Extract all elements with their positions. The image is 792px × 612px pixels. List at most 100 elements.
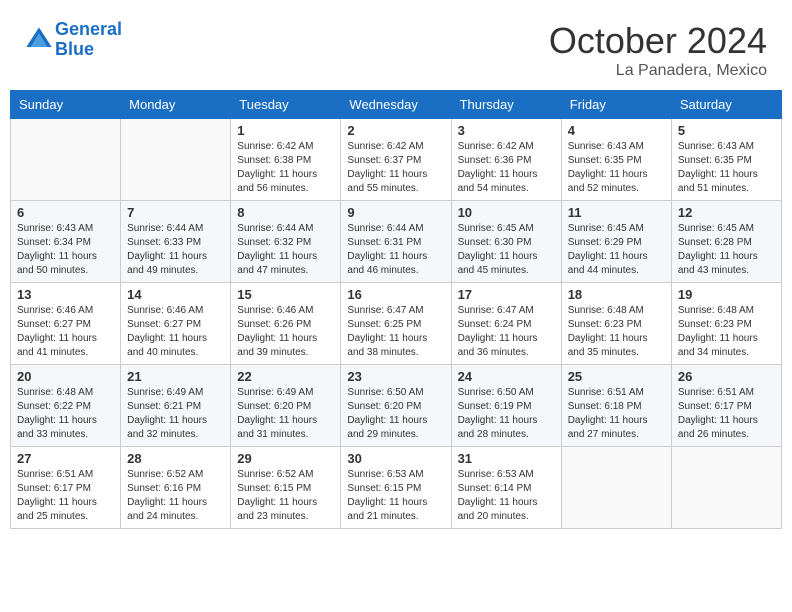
calendar-cell: 5 Sunrise: 6:43 AM Sunset: 6:35 PM Daylig…: [671, 119, 781, 201]
day-info: Sunrise: 6:50 AM Sunset: 6:20 PM Dayligh…: [347, 386, 444, 442]
day-info: Sunrise: 6:45 AM Sunset: 6:29 PM Dayligh…: [568, 222, 665, 278]
month-title: October 2024: [549, 20, 767, 62]
logo-icon: [25, 26, 53, 54]
calendar-week-row: 27 Sunrise: 6:51 AM Sunset: 6:17 PM Dayli…: [11, 447, 782, 529]
day-number: 23: [347, 369, 444, 384]
day-number: 29: [237, 451, 334, 466]
day-info: Sunrise: 6:49 AM Sunset: 6:21 PM Dayligh…: [127, 386, 224, 442]
calendar-cell: [121, 119, 231, 201]
calendar-cell: 23 Sunrise: 6:50 AM Sunset: 6:20 PM Dayli…: [341, 365, 451, 447]
day-number: 14: [127, 287, 224, 302]
calendar-cell: 15 Sunrise: 6:46 AM Sunset: 6:26 PM Dayli…: [231, 283, 341, 365]
calendar-cell: 7 Sunrise: 6:44 AM Sunset: 6:33 PM Daylig…: [121, 201, 231, 283]
day-info: Sunrise: 6:47 AM Sunset: 6:24 PM Dayligh…: [458, 304, 555, 360]
day-info: Sunrise: 6:42 AM Sunset: 6:36 PM Dayligh…: [458, 140, 555, 196]
calendar-cell: 27 Sunrise: 6:51 AM Sunset: 6:17 PM Dayli…: [11, 447, 121, 529]
day-number: 30: [347, 451, 444, 466]
day-number: 31: [458, 451, 555, 466]
calendar-cell: 13 Sunrise: 6:46 AM Sunset: 6:27 PM Dayli…: [11, 283, 121, 365]
day-number: 17: [458, 287, 555, 302]
calendar-day-header: Wednesday: [341, 91, 451, 119]
day-number: 7: [127, 205, 224, 220]
day-info: Sunrise: 6:44 AM Sunset: 6:31 PM Dayligh…: [347, 222, 444, 278]
page-header: General Blue October 2024 La Panadera, M…: [10, 10, 782, 85]
calendar-cell: 30 Sunrise: 6:53 AM Sunset: 6:15 PM Dayli…: [341, 447, 451, 529]
calendar-cell: 18 Sunrise: 6:48 AM Sunset: 6:23 PM Dayli…: [561, 283, 671, 365]
calendar-week-row: 13 Sunrise: 6:46 AM Sunset: 6:27 PM Dayli…: [11, 283, 782, 365]
day-info: Sunrise: 6:52 AM Sunset: 6:16 PM Dayligh…: [127, 468, 224, 524]
calendar-cell: 22 Sunrise: 6:49 AM Sunset: 6:20 PM Dayli…: [231, 365, 341, 447]
day-number: 16: [347, 287, 444, 302]
day-info: Sunrise: 6:46 AM Sunset: 6:26 PM Dayligh…: [237, 304, 334, 360]
day-info: Sunrise: 6:44 AM Sunset: 6:33 PM Dayligh…: [127, 222, 224, 278]
day-info: Sunrise: 6:48 AM Sunset: 6:22 PM Dayligh…: [17, 386, 114, 442]
day-number: 6: [17, 205, 114, 220]
day-info: Sunrise: 6:51 AM Sunset: 6:17 PM Dayligh…: [678, 386, 775, 442]
calendar-cell: 16 Sunrise: 6:47 AM Sunset: 6:25 PM Dayli…: [341, 283, 451, 365]
day-number: 13: [17, 287, 114, 302]
calendar-cell: 1 Sunrise: 6:42 AM Sunset: 6:38 PM Daylig…: [231, 119, 341, 201]
logo-line1: General: [55, 19, 122, 39]
day-info: Sunrise: 6:42 AM Sunset: 6:38 PM Dayligh…: [237, 140, 334, 196]
calendar-week-row: 6 Sunrise: 6:43 AM Sunset: 6:34 PM Daylig…: [11, 201, 782, 283]
day-info: Sunrise: 6:46 AM Sunset: 6:27 PM Dayligh…: [17, 304, 114, 360]
day-number: 28: [127, 451, 224, 466]
calendar-cell: 31 Sunrise: 6:53 AM Sunset: 6:14 PM Dayli…: [451, 447, 561, 529]
location-title: La Panadera, Mexico: [549, 62, 767, 80]
calendar-day-header: Tuesday: [231, 91, 341, 119]
day-info: Sunrise: 6:43 AM Sunset: 6:34 PM Dayligh…: [17, 222, 114, 278]
calendar-cell: 3Sunrise: 6:42 AM Sunset: 6:36 PM Daylig…: [451, 119, 561, 201]
calendar-day-header: Sunday: [11, 91, 121, 119]
calendar-cell: 12Sunrise: 6:45 AM Sunset: 6:28 PM Dayli…: [671, 201, 781, 283]
calendar-cell: 11 Sunrise: 6:45 AM Sunset: 6:29 PM Dayli…: [561, 201, 671, 283]
day-number: 9: [347, 205, 444, 220]
calendar-cell: [11, 119, 121, 201]
calendar-cell: 24 Sunrise: 6:50 AM Sunset: 6:19 PM Dayli…: [451, 365, 561, 447]
calendar-week-row: 1 Sunrise: 6:42 AM Sunset: 6:38 PM Daylig…: [11, 119, 782, 201]
day-info: Sunrise: 6:48 AM Sunset: 6:23 PM Dayligh…: [678, 304, 775, 360]
day-number: 1: [237, 123, 334, 138]
day-number: 22: [237, 369, 334, 384]
day-info: Sunrise: 6:43 AM Sunset: 6:35 PM Dayligh…: [568, 140, 665, 196]
calendar-cell: 8Sunrise: 6:44 AM Sunset: 6:32 PM Daylig…: [231, 201, 341, 283]
day-info: Sunrise: 6:45 AM Sunset: 6:30 PM Dayligh…: [458, 222, 555, 278]
calendar-cell: 17 Sunrise: 6:47 AM Sunset: 6:24 PM Dayli…: [451, 283, 561, 365]
day-info: Sunrise: 6:53 AM Sunset: 6:14 PM Dayligh…: [458, 468, 555, 524]
day-info: Sunrise: 6:50 AM Sunset: 6:19 PM Dayligh…: [458, 386, 555, 442]
day-info: Sunrise: 6:53 AM Sunset: 6:15 PM Dayligh…: [347, 468, 444, 524]
day-info: Sunrise: 6:44 AM Sunset: 6:32 PM Dayligh…: [237, 222, 334, 278]
day-info: Sunrise: 6:49 AM Sunset: 6:20 PM Dayligh…: [237, 386, 334, 442]
calendar-day-header: Saturday: [671, 91, 781, 119]
calendar-cell: 2Sunrise: 6:42 AM Sunset: 6:37 PM Daylig…: [341, 119, 451, 201]
day-number: 2: [347, 123, 444, 138]
day-number: 4: [568, 123, 665, 138]
calendar-cell: 21 Sunrise: 6:49 AM Sunset: 6:21 PM Dayli…: [121, 365, 231, 447]
calendar-table: SundayMondayTuesdayWednesdayThursdayFrid…: [10, 90, 782, 529]
day-info: Sunrise: 6:45 AM Sunset: 6:28 PM Dayligh…: [678, 222, 775, 278]
day-info: Sunrise: 6:52 AM Sunset: 6:15 PM Dayligh…: [237, 468, 334, 524]
calendar-cell: [671, 447, 781, 529]
calendar-week-row: 20Sunrise: 6:48 AM Sunset: 6:22 PM Dayli…: [11, 365, 782, 447]
day-info: Sunrise: 6:48 AM Sunset: 6:23 PM Dayligh…: [568, 304, 665, 360]
day-number: 18: [568, 287, 665, 302]
day-info: Sunrise: 6:43 AM Sunset: 6:35 PM Dayligh…: [678, 140, 775, 196]
day-number: 10: [458, 205, 555, 220]
day-number: 19: [678, 287, 775, 302]
calendar-cell: 20Sunrise: 6:48 AM Sunset: 6:22 PM Dayli…: [11, 365, 121, 447]
calendar-cell: 14Sunrise: 6:46 AM Sunset: 6:27 PM Dayli…: [121, 283, 231, 365]
day-number: 5: [678, 123, 775, 138]
calendar-cell: 9 Sunrise: 6:44 AM Sunset: 6:31 PM Daylig…: [341, 201, 451, 283]
day-number: 15: [237, 287, 334, 302]
day-number: 11: [568, 205, 665, 220]
calendar-cell: 19 Sunrise: 6:48 AM Sunset: 6:23 PM Dayli…: [671, 283, 781, 365]
day-info: Sunrise: 6:51 AM Sunset: 6:17 PM Dayligh…: [17, 468, 114, 524]
day-info: Sunrise: 6:51 AM Sunset: 6:18 PM Dayligh…: [568, 386, 665, 442]
calendar-cell: 28 Sunrise: 6:52 AM Sunset: 6:16 PM Dayli…: [121, 447, 231, 529]
day-number: 27: [17, 451, 114, 466]
day-number: 21: [127, 369, 224, 384]
calendar-cell: 4 Sunrise: 6:43 AM Sunset: 6:35 PM Daylig…: [561, 119, 671, 201]
calendar-day-header: Monday: [121, 91, 231, 119]
day-number: 24: [458, 369, 555, 384]
day-info: Sunrise: 6:47 AM Sunset: 6:25 PM Dayligh…: [347, 304, 444, 360]
calendar-header-row: SundayMondayTuesdayWednesdayThursdayFrid…: [11, 91, 782, 119]
